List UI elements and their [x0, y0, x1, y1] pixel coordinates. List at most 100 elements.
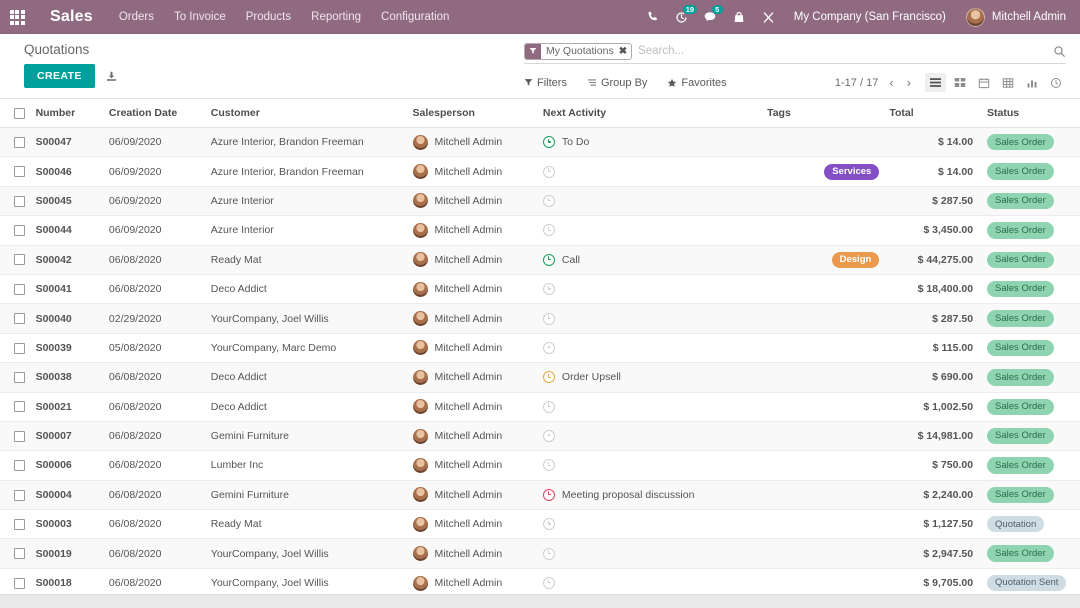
activity-clock-icon[interactable] [542, 518, 555, 531]
row-checkbox[interactable] [14, 313, 25, 325]
import-upload-icon[interactable] [105, 70, 118, 83]
activity-clock-icon[interactable] [542, 136, 555, 149]
filters-label: Filters [537, 76, 567, 89]
activity-clock-icon[interactable] [542, 400, 555, 413]
app-brand-sales[interactable]: Sales [50, 8, 93, 26]
company-selector[interactable]: My Company (San Francisco) [794, 11, 946, 23]
activity-clock-icon[interactable] [542, 577, 555, 590]
row-checkbox[interactable] [14, 342, 25, 354]
row-checkbox[interactable] [14, 460, 25, 472]
cell-total: $ 14.00 [884, 127, 979, 158]
filters-dropdown[interactable]: Filters [524, 77, 567, 89]
column-header-total[interactable]: Total [884, 99, 979, 128]
table-row[interactable]: S00004 06/08/2020 Gemini Furniture Mitchell… [0, 480, 1080, 511]
column-header-creation-date[interactable]: Creation Date [103, 99, 206, 128]
view-graph-icon[interactable] [1021, 73, 1042, 92]
user-menu[interactable]: Mitchell Admin [965, 7, 1066, 27]
table-row[interactable]: S00038 06/08/2020 Deco Addict Mitchell Admi… [0, 362, 1080, 393]
view-pivot-icon[interactable] [997, 73, 1018, 92]
table-row[interactable]: S00041 06/08/2020 Deco Addict Mitchell Admi… [0, 274, 1080, 305]
row-checkbox[interactable] [14, 225, 25, 237]
debug-tools-icon[interactable] [761, 10, 776, 25]
column-header-customer[interactable]: Customer [205, 99, 408, 128]
menu-item-reporting[interactable]: Reporting [311, 11, 361, 23]
column-header-number[interactable]: Number [30, 99, 104, 128]
status-badge: Sales Order [987, 339, 1054, 357]
row-checkbox[interactable] [14, 577, 25, 589]
table-row[interactable]: S00021 06/08/2020 Deco Addict Mitchell Admi… [0, 392, 1080, 422]
row-checkbox[interactable] [14, 489, 25, 501]
row-checkbox[interactable] [14, 518, 25, 530]
facet-remove-icon[interactable]: ✖ [619, 46, 627, 57]
row-checkbox[interactable] [14, 195, 25, 207]
voip-phone-icon[interactable] [645, 10, 660, 25]
row-checkbox[interactable] [14, 166, 25, 178]
cell-status: Sales Order [978, 215, 1080, 246]
view-activity-icon[interactable] [1045, 73, 1066, 92]
apps-grid-icon[interactable] [0, 0, 34, 34]
table-row[interactable]: S00045 06/09/2020 Azure Interior Mitchell A… [0, 186, 1080, 217]
row-checkbox[interactable] [14, 548, 25, 560]
search-bar[interactable]: My Quotations ✖ [524, 42, 1066, 64]
shopping-bag-icon[interactable] [732, 10, 747, 25]
column-header-status[interactable]: Status [978, 99, 1080, 128]
messaging-chat-icon[interactable]: 5 [703, 4, 723, 25]
pager-previous-icon[interactable]: ‹ [887, 75, 895, 90]
table-row[interactable]: S00042 06/08/2020 Ready Mat Mitchell Admin C… [0, 245, 1080, 275]
activity-clock-icon[interactable] [542, 194, 555, 207]
column-header-next-activity[interactable]: Next Activity [537, 99, 763, 128]
activity-clock-icon[interactable] [542, 488, 555, 501]
table-row[interactable]: S00019 06/08/2020 YourCompany, Joel Willis… [0, 538, 1080, 569]
table-row[interactable]: S00047 06/09/2020 Azure Interior, Brandon … [0, 127, 1080, 158]
table-row[interactable]: S00044 06/09/2020 Azure Interior Mitchell A… [0, 215, 1080, 246]
menu-item-orders[interactable]: Orders [119, 11, 154, 23]
table-row[interactable]: S00006 06/08/2020 Lumber Inc Mitchell Admin… [0, 450, 1080, 481]
menu-item-configuration[interactable]: Configuration [381, 11, 449, 23]
activity-clock-icon[interactable] [542, 253, 555, 266]
activity-clock-icon[interactable] [542, 224, 555, 237]
activity-clock-icon[interactable] [542, 459, 555, 472]
row-checkbox[interactable] [14, 430, 25, 442]
table-row[interactable]: S00003 06/08/2020 Ready Mat Mitchell Admin $… [0, 509, 1080, 540]
search-input[interactable] [638, 45, 1047, 57]
menu-item-products[interactable]: Products [246, 11, 291, 23]
activity-clock-icon[interactable] [542, 165, 555, 178]
row-checkbox[interactable] [14, 372, 25, 384]
cell-creation-date: 06/08/2020 [103, 480, 206, 511]
favorites-dropdown[interactable]: Favorites [667, 77, 727, 89]
cell-customer: Gemini Furniture [205, 480, 408, 511]
salesperson-name: Mitchell Admin [434, 518, 503, 531]
create-button[interactable]: CREATE [24, 64, 95, 88]
view-calendar-icon[interactable] [973, 73, 994, 92]
column-header-tags[interactable]: Tags [762, 99, 885, 128]
view-kanban-icon[interactable] [949, 73, 970, 92]
row-checkbox[interactable] [14, 283, 25, 295]
status-badge: Sales Order [987, 427, 1054, 445]
select-all-checkbox[interactable] [14, 107, 25, 119]
menu-item-to-invoice[interactable]: To Invoice [174, 11, 226, 23]
table-row[interactable]: S00039 05/08/2020 YourCompany, Marc Demo Mi… [0, 333, 1080, 364]
search-facet-my-quotations[interactable]: My Quotations ✖ [524, 42, 633, 60]
table-row[interactable]: S00046 06/09/2020 Azure Interior, Brandon … [0, 156, 1080, 187]
cell-next-activity [537, 333, 763, 364]
activity-clock-icon[interactable] [542, 312, 555, 325]
activity-clock-icon[interactable]: 19 [674, 4, 698, 25]
pager-next-icon[interactable]: › [905, 75, 913, 90]
row-select-cell [0, 215, 31, 246]
group-by-dropdown[interactable]: Group By [587, 77, 647, 89]
activity-clock-icon[interactable] [542, 283, 555, 296]
activity-clock-icon[interactable] [542, 430, 555, 443]
table-row[interactable]: S00007 06/08/2020 Gemini Furniture Mitchell… [0, 421, 1080, 452]
view-list-icon[interactable] [925, 73, 946, 92]
activity-clock-icon[interactable] [542, 371, 555, 384]
group-by-lines-icon [587, 79, 597, 86]
row-checkbox[interactable] [14, 254, 25, 266]
column-header-salesperson[interactable]: Salesperson [407, 99, 538, 128]
table-row[interactable]: S00040 02/29/2020 YourCompany, Joel Willis… [0, 303, 1080, 334]
activity-clock-icon[interactable] [542, 547, 555, 560]
row-checkbox[interactable] [14, 136, 25, 148]
activity-clock-icon[interactable] [542, 341, 555, 354]
row-checkbox[interactable] [14, 401, 25, 413]
cell-number: S00038 [30, 362, 104, 393]
search-icon[interactable] [1047, 45, 1066, 58]
